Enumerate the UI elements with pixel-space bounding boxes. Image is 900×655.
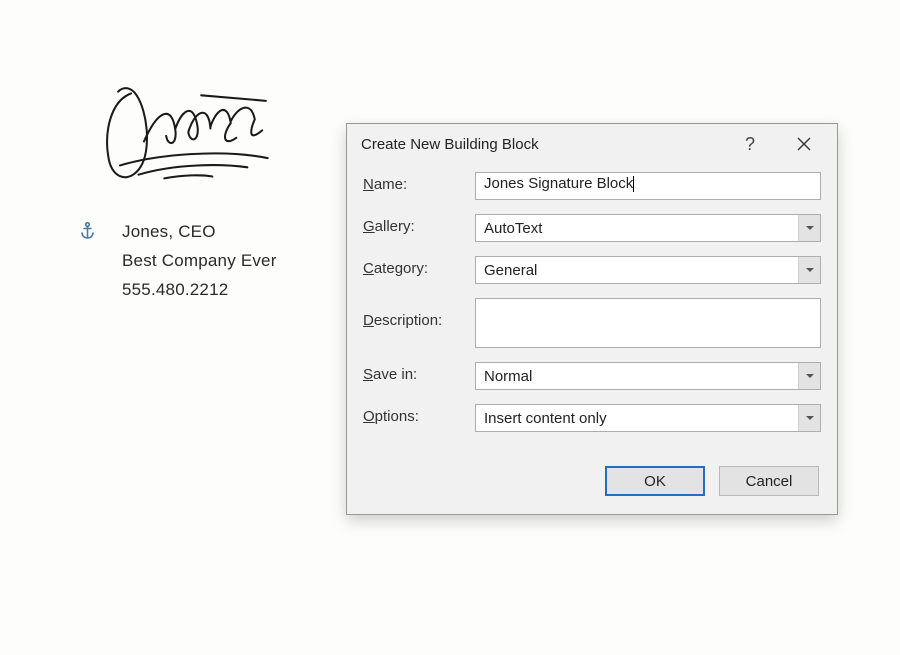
category-select-value: General xyxy=(476,262,798,279)
signature-text-block: Jones, CEO Best Company Ever 555.480.221… xyxy=(122,218,277,305)
signature-line-3: 555.480.2212 xyxy=(122,276,277,305)
signature-image xyxy=(80,75,300,198)
dialog-body: Name: Jones Signature Block Gallery: Aut… xyxy=(347,164,837,432)
chevron-down-icon xyxy=(806,268,814,272)
name-label: Name: xyxy=(363,172,475,193)
options-label: Options: xyxy=(363,404,475,425)
cancel-button[interactable]: Cancel xyxy=(719,466,819,496)
create-building-block-dialog: Create New Building Block ? Name: Jones … xyxy=(346,123,838,515)
help-icon[interactable]: ? xyxy=(735,130,765,159)
anchor-icon xyxy=(80,222,95,244)
chevron-down-icon xyxy=(806,374,814,378)
close-icon[interactable] xyxy=(787,133,821,155)
dialog-titlebar: Create New Building Block ? xyxy=(347,124,837,164)
save-in-label: Save in: xyxy=(363,362,475,383)
options-select[interactable]: Insert content only xyxy=(475,404,821,432)
save-in-select-value: Normal xyxy=(476,368,798,385)
ok-button[interactable]: OK xyxy=(605,466,705,496)
gallery-select[interactable]: AutoText xyxy=(475,214,821,242)
dialog-title: Create New Building Block xyxy=(361,136,735,153)
save-in-dropdown-button[interactable] xyxy=(798,363,820,389)
gallery-select-value: AutoText xyxy=(476,220,798,237)
signature-line-2: Best Company Ever xyxy=(122,247,277,276)
category-label: Category: xyxy=(363,256,475,277)
chevron-down-icon xyxy=(806,416,814,420)
description-input[interactable] xyxy=(475,298,821,348)
name-input[interactable]: Jones Signature Block xyxy=(475,172,821,200)
gallery-label: Gallery: xyxy=(363,214,475,235)
category-select[interactable]: General xyxy=(475,256,821,284)
description-label: Description: xyxy=(363,298,475,329)
options-dropdown-button[interactable] xyxy=(798,405,820,431)
handwritten-signature-icon xyxy=(80,75,280,195)
save-in-select[interactable]: Normal xyxy=(475,362,821,390)
options-select-value: Insert content only xyxy=(476,410,798,427)
signature-line-1: Jones, CEO xyxy=(122,218,277,247)
category-dropdown-button[interactable] xyxy=(798,257,820,283)
chevron-down-icon xyxy=(806,226,814,230)
gallery-dropdown-button[interactable] xyxy=(798,215,820,241)
